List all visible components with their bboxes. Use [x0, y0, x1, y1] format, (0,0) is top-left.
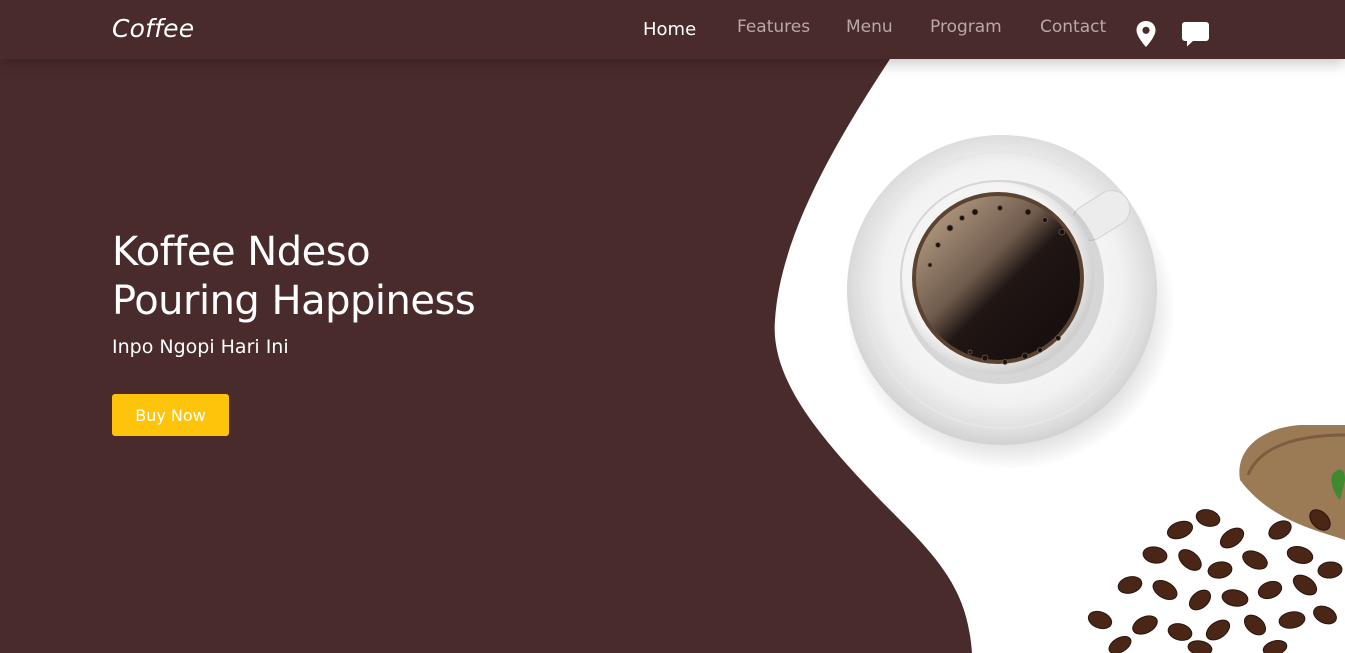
nav-link-home[interactable]: Home — [643, 19, 696, 40]
hero-title: Koffee Ndeso Pouring Happiness — [112, 228, 476, 326]
map-marker-icon[interactable] — [1136, 21, 1156, 52]
nav-link-features[interactable]: Features — [737, 17, 810, 37]
nav-link-menu[interactable]: Menu — [846, 17, 893, 37]
nav-link-program[interactable]: Program — [930, 17, 1002, 37]
buy-now-button[interactable]: Buy Now — [112, 394, 229, 436]
coffee-beans-image — [1087, 425, 1345, 653]
landing-page: Coffee Home Features Menu Program Contac… — [0, 0, 1345, 653]
navbar: Coffee Home Features Menu Program Contac… — [0, 0, 1345, 59]
chat-icon[interactable] — [1182, 22, 1209, 52]
hero-subtitle: Inpo Ngopi Hari Ini — [112, 336, 289, 358]
hero-title-line1: Koffee Ndeso — [112, 229, 371, 275]
hero-title-line2: Pouring Happiness — [112, 278, 476, 324]
nav-link-contact[interactable]: Contact — [1040, 17, 1106, 37]
